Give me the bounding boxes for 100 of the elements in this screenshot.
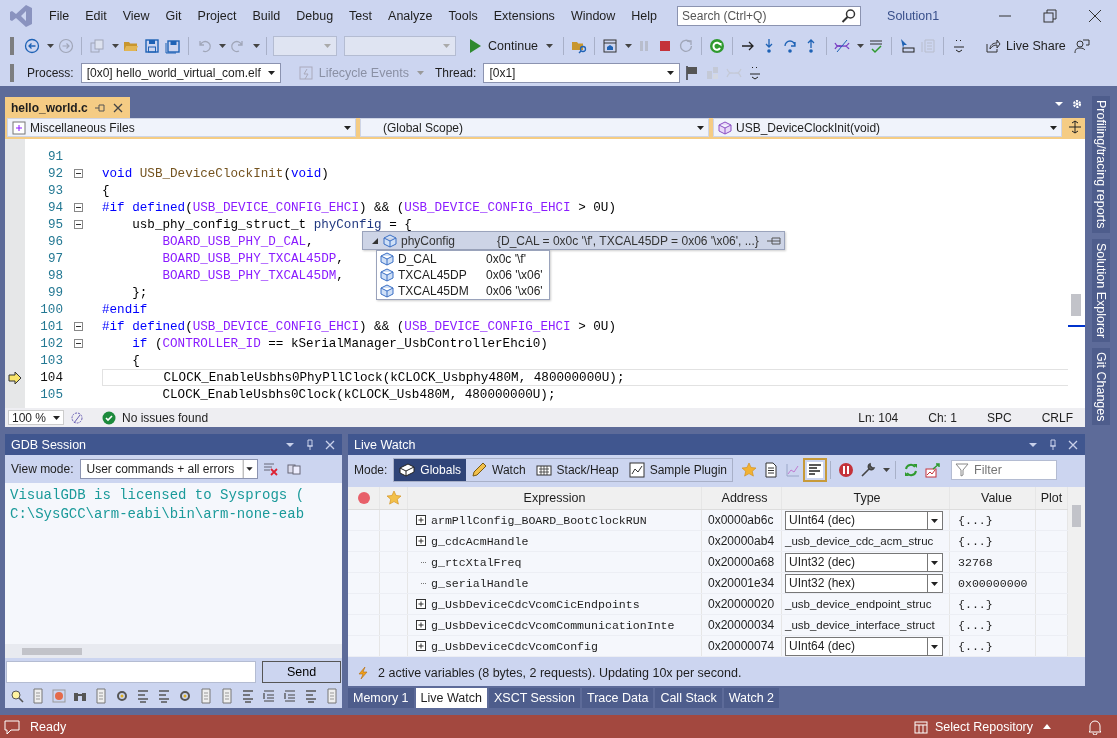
- close-icon[interactable]: [111, 101, 124, 114]
- type-dropdown[interactable]: UInt32 (hex): [785, 573, 943, 593]
- document-icon[interactable]: [763, 462, 780, 478]
- collapse-icon[interactable]: [73, 220, 83, 229]
- menu-item[interactable]: Analyze: [380, 9, 441, 23]
- restart-icon[interactable]: [678, 38, 695, 54]
- type-dropdown[interactable]: UInt32 (dec): [785, 552, 943, 572]
- list-icon[interactable]: [156, 688, 172, 704]
- search-field[interactable]: Search (Ctrl+Q): [677, 6, 862, 26]
- back-icon[interactable]: [24, 38, 40, 54]
- document-tab[interactable]: hello_world.c: [5, 97, 130, 118]
- expand-icon[interactable]: [416, 640, 427, 652]
- list-icon[interactable]: [303, 688, 319, 704]
- menu-item[interactable]: Debug: [288, 9, 342, 23]
- member-dropdown[interactable]: USB_DeviceClockInit(void): [713, 118, 1062, 137]
- panel-tab[interactable]: Live Watch: [415, 688, 487, 708]
- close-icon[interactable]: [1087, 8, 1103, 24]
- zoom-dropdown[interactable]: 100 %: [8, 410, 64, 425]
- list-icon[interactable]: [240, 688, 256, 704]
- menu-item[interactable]: Help: [623, 9, 666, 23]
- indent-indicator[interactable]: SPC: [986, 410, 1012, 425]
- menu-item[interactable]: Extensions: [485, 9, 563, 23]
- thread-dropdown[interactable]: [0x1]: [483, 63, 681, 83]
- expand-icon[interactable]: [416, 619, 427, 631]
- pin-icon[interactable]: [304, 438, 316, 451]
- datatip-header[interactable]: phyConfig {D_CAL = 0x0c '\f', TXCAL45DP = 0x06 '\x06', ...}: [362, 231, 785, 250]
- save-icon[interactable]: [144, 38, 160, 54]
- column-header[interactable]: Address: [702, 487, 782, 509]
- menu-item[interactable]: View: [114, 9, 158, 23]
- send-button[interactable]: Send: [262, 661, 341, 683]
- side-tab[interactable]: Solution Explorer: [1092, 238, 1110, 342]
- caret-icon[interactable]: [857, 44, 865, 48]
- column-header[interactable]: Expression: [408, 487, 702, 509]
- project-dropdown[interactable]: Miscellaneous Files: [7, 118, 356, 137]
- collapse-icon[interactable]: [73, 339, 83, 348]
- expand-icon[interactable]: [416, 535, 427, 547]
- lines-icon[interactable]: [282, 688, 298, 704]
- mode-tab[interactable]: Globals: [394, 459, 467, 481]
- process-dropdown[interactable]: [0x0] hello_world_virtual_com.elf: [80, 63, 281, 83]
- panel-tab[interactable]: Call Stack: [655, 688, 722, 708]
- settings-icon[interactable]: [1071, 98, 1083, 110]
- panel-tab[interactable]: Watch 2: [723, 688, 780, 708]
- brush-icon[interactable]: [70, 410, 84, 425]
- type-dropdown[interactable]: UInt64 (dec): [785, 510, 943, 530]
- column-header[interactable]: Value: [950, 487, 1036, 509]
- menu-item[interactable]: Window: [562, 9, 624, 23]
- pin-icon[interactable]: [1047, 438, 1059, 451]
- expand-icon[interactable]: [416, 598, 427, 610]
- menu-item[interactable]: Test: [341, 9, 381, 23]
- panel-tab[interactable]: XSCT Session: [488, 688, 580, 708]
- pause-icon[interactable]: [838, 462, 855, 478]
- search-icon[interactable]: [9, 688, 25, 704]
- command-field[interactable]: [6, 661, 256, 683]
- issues-status[interactable]: No issues found: [122, 410, 209, 425]
- export-icon[interactable]: [925, 462, 942, 478]
- expand-icon[interactable]: [416, 514, 427, 526]
- collapse-icon[interactable]: [73, 203, 83, 212]
- caret-icon[interactable]: [219, 44, 226, 48]
- select-repository-button[interactable]: Select Repository: [907, 717, 1057, 736]
- line-indicator[interactable]: Ln: 104: [858, 410, 899, 425]
- mode-tab[interactable]: Watch: [466, 459, 531, 481]
- lines-icon[interactable]: [261, 688, 277, 704]
- caret-icon[interactable]: [883, 468, 891, 472]
- continue-button[interactable]: Continue: [463, 38, 558, 54]
- menu-item[interactable]: Project: [189, 9, 245, 23]
- menu-item[interactable]: File: [41, 9, 78, 23]
- record-icon[interactable]: [51, 688, 67, 704]
- restore-icon[interactable]: [1042, 8, 1058, 24]
- menu-item[interactable]: Build: [244, 9, 289, 23]
- record-icon[interactable]: [355, 490, 372, 506]
- column-header[interactable]: Type: [782, 487, 950, 509]
- mode-tab[interactable]: Sample Plugin: [623, 459, 733, 481]
- scrollbar[interactable]: [5, 644, 342, 658]
- bell-icon[interactable]: [1087, 718, 1103, 735]
- scope-dropdown[interactable]: (Global Scope): [360, 118, 709, 137]
- caret-icon[interactable]: [112, 44, 119, 48]
- star-icon[interactable]: [741, 462, 758, 478]
- expand-arrow-icon[interactable]: [371, 236, 379, 245]
- refresh-icon[interactable]: [709, 38, 726, 54]
- view-mode-dropdown[interactable]: User commands + all errors: [80, 459, 259, 479]
- window-icon[interactable]: [602, 38, 619, 54]
- collapse-icon[interactable]: [73, 322, 83, 331]
- split-icon[interactable]: [1068, 120, 1082, 134]
- panel-tab[interactable]: Trace Data: [582, 688, 654, 708]
- collapse-icon[interactable]: [73, 169, 83, 178]
- step-over-icon[interactable]: [782, 38, 799, 54]
- list-icon[interactable]: [135, 688, 151, 704]
- person-icon[interactable]: [1073, 38, 1090, 54]
- scrollbar[interactable]: [1068, 487, 1085, 657]
- live-share-button[interactable]: Live Share: [981, 38, 1070, 54]
- wrench-icon[interactable]: [860, 462, 877, 478]
- mode-tab[interactable]: Stack/Heap: [530, 459, 624, 481]
- panel-tab[interactable]: Memory 1: [348, 688, 414, 708]
- pin-icon[interactable]: [93, 101, 106, 114]
- caret-icon[interactable]: [625, 44, 633, 48]
- caret-icon[interactable]: [47, 44, 54, 48]
- caret-icon[interactable]: [253, 44, 260, 48]
- save-all-icon[interactable]: [165, 38, 181, 54]
- menu-item[interactable]: Tools: [440, 9, 486, 23]
- gear-icon[interactable]: [114, 688, 130, 704]
